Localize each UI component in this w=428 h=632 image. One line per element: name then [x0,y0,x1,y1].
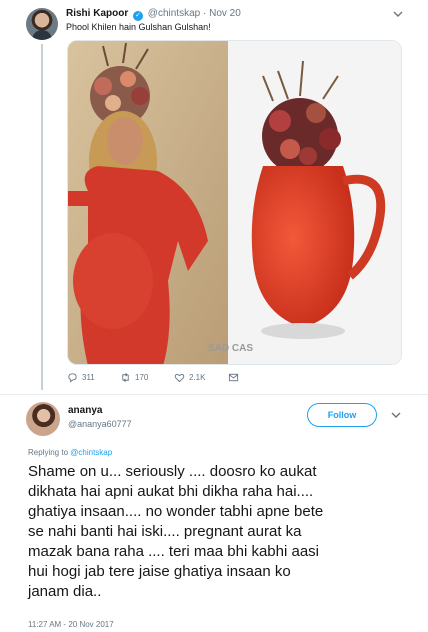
follow-button[interactable]: Follow [307,403,377,427]
message-icon [228,373,239,382]
reply-text-line: mazak bana raha .... teri maa bhi kabhi … [28,543,319,560]
tweet-media-image[interactable]: SAD CAS [67,40,402,365]
verified-badge-icon: ✓ [133,11,144,21]
author-handle[interactable]: @chintskap [148,8,200,19]
replying-to-handle[interactable]: @chintskap [70,448,112,457]
reply-author-handle[interactable]: @ananya60777 [68,419,132,429]
reply-text-line: Shame on u... seriously .... doosro ko a… [28,463,317,480]
like-action[interactable]: 2.1K [174,372,205,383]
reply-icon [68,373,77,383]
reply-author-name[interactable]: ananya [68,405,102,416]
tweet-date[interactable]: Nov 20 [209,8,241,19]
reply-text-line: janam dia.. [28,583,102,600]
tweet-header: Rishi Kapoor ✓ @chintskap · Nov 20 [66,8,241,21]
media-watermark: SAD CAS [208,343,253,354]
like-count: 2.1K [189,373,206,382]
reply-action[interactable]: 311 [67,372,95,383]
reply-text-line: dikhata hai apni aukat bhi dikha raha ha… [28,483,314,500]
retweet-icon [122,373,129,382]
reply-count: 311 [82,373,95,382]
retweet-action[interactable]: 170 [120,372,148,383]
reply-text-line: hui hogi jab tere jaise ghatiya insaan k… [28,563,291,580]
reply-text-line: se nahi banti hai iski.... pregnant aura… [28,523,302,540]
thread-connector-line [41,44,43,390]
replying-to-prefix: Replying to [28,448,69,457]
chevron-down-icon[interactable] [392,9,404,19]
author-avatar[interactable] [26,8,58,40]
reply-timestamp[interactable]: 11:27 AM - 20 Nov 2017 [28,620,114,629]
reply-text-line: ghatiya insaan.... no wonder tabhi apne … [28,503,324,520]
message-action[interactable] [228,372,239,383]
reply-author-avatar[interactable] [26,402,60,436]
tweet-divider [0,394,428,395]
retweet-count: 170 [135,373,149,382]
replying-to: Replying to @chintskap [28,448,112,457]
author-name[interactable]: Rishi Kapoor [66,8,128,19]
date-separator: · [202,8,207,19]
tweet-text: Phool Khilen hain Gulshan Gulshan! [66,22,211,32]
chevron-down-icon[interactable] [390,410,402,420]
reply-text: Shame on u... seriously .... doosro ko a… [28,462,418,602]
like-icon [174,373,185,383]
